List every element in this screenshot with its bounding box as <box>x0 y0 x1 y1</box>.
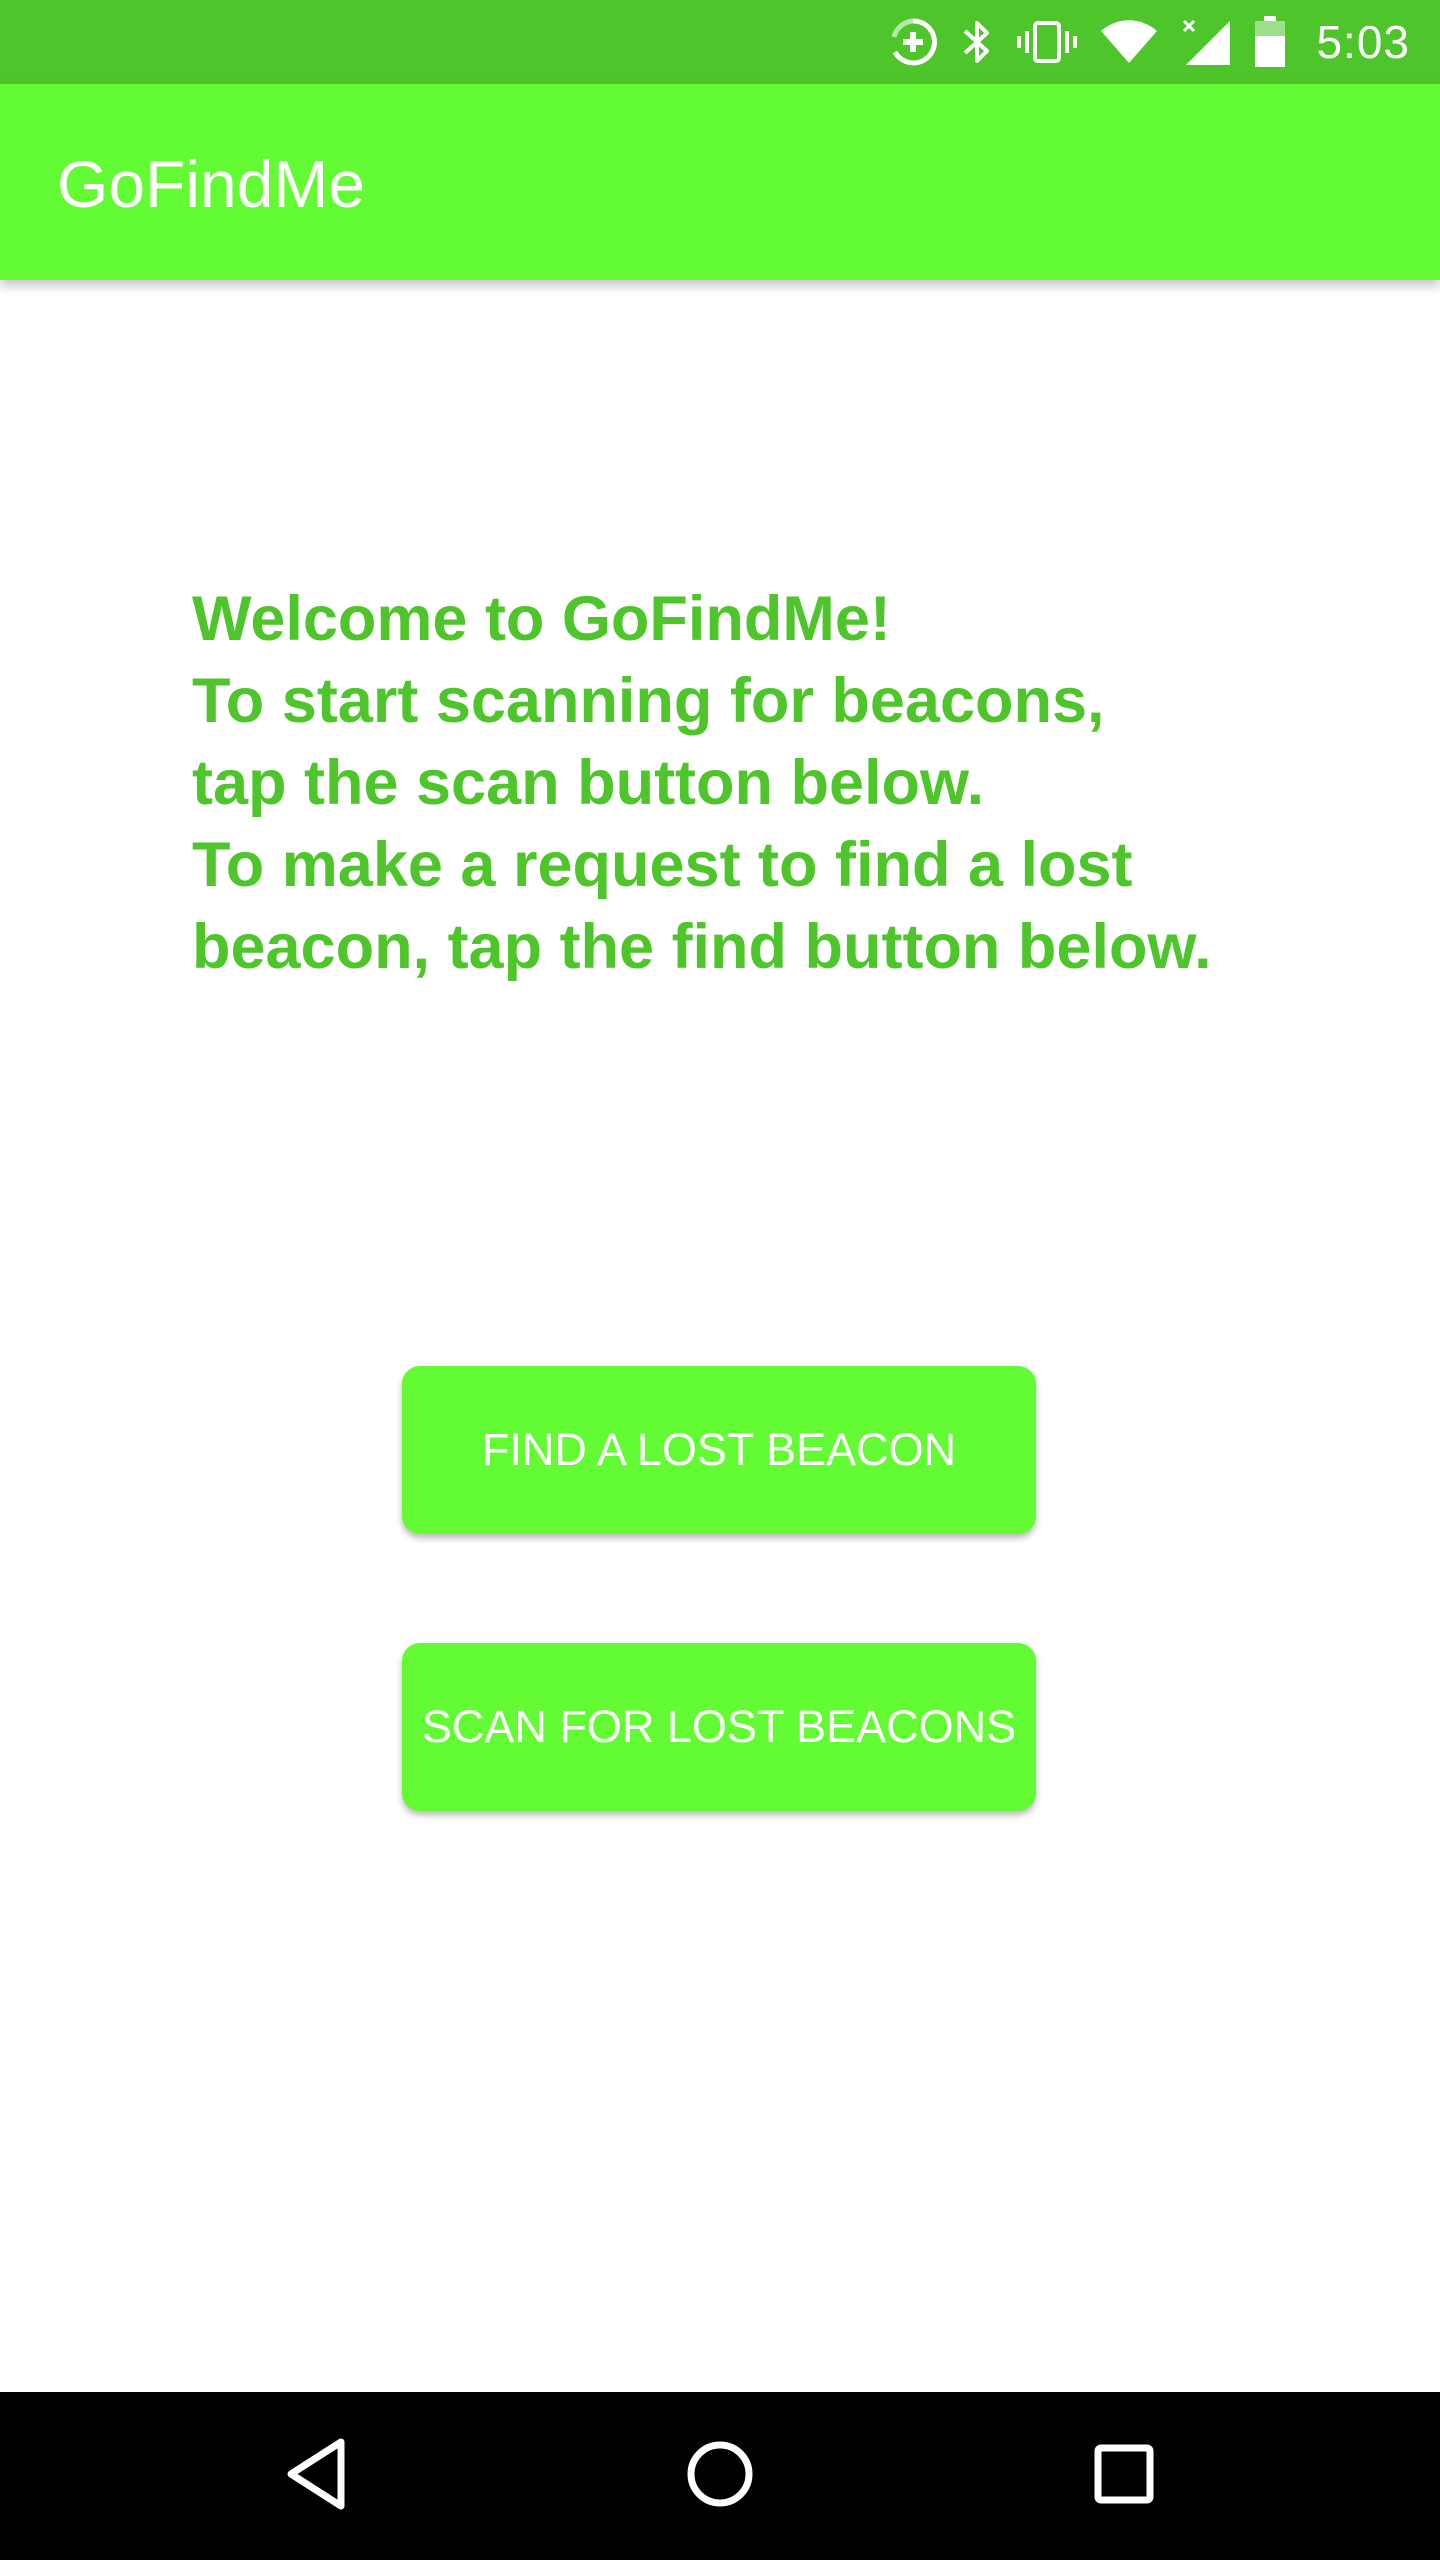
wifi-icon <box>1100 19 1158 65</box>
welcome-line: beacon, tap the find button below. <box>192 912 1212 982</box>
recents-button[interactable] <box>1074 2426 1174 2526</box>
navigation-bar <box>0 2392 1440 2560</box>
find-lost-beacon-button[interactable]: FIND A LOST BEACON <box>402 1366 1036 1534</box>
welcome-line: To start scanning for beacons, <box>192 666 1105 736</box>
welcome-line: Welcome to GoFindMe! <box>192 584 891 654</box>
welcome-message: Welcome to GoFindMe! To start scanning f… <box>192 578 1342 988</box>
recents-icon <box>1092 2442 1156 2511</box>
back-icon <box>281 2436 351 2517</box>
app-screen: 5:03 GoFindMe Welcome to GoFindMe! To st… <box>0 0 1440 2560</box>
status-bar: 5:03 <box>0 0 1440 84</box>
welcome-line: tap the scan button below. <box>192 748 985 818</box>
status-icons: 5:03 <box>888 0 1410 84</box>
welcome-line: To make a request to find a lost <box>192 830 1133 900</box>
cell-signal-icon <box>1180 17 1232 67</box>
status-time: 5:03 <box>1316 16 1410 68</box>
bluetooth-icon <box>960 17 994 67</box>
home-button[interactable] <box>670 2426 770 2526</box>
scan-lost-beacons-button[interactable]: SCAN FOR LOST BEACONS <box>402 1643 1036 1811</box>
battery-icon <box>1254 16 1286 68</box>
data-saver-icon <box>888 17 938 67</box>
home-icon <box>684 2438 756 2515</box>
app-title: GoFindMe <box>57 147 366 221</box>
vibrate-icon <box>1016 17 1078 67</box>
back-button[interactable] <box>266 2426 366 2526</box>
app-bar: GoFindMe <box>0 84 1440 280</box>
